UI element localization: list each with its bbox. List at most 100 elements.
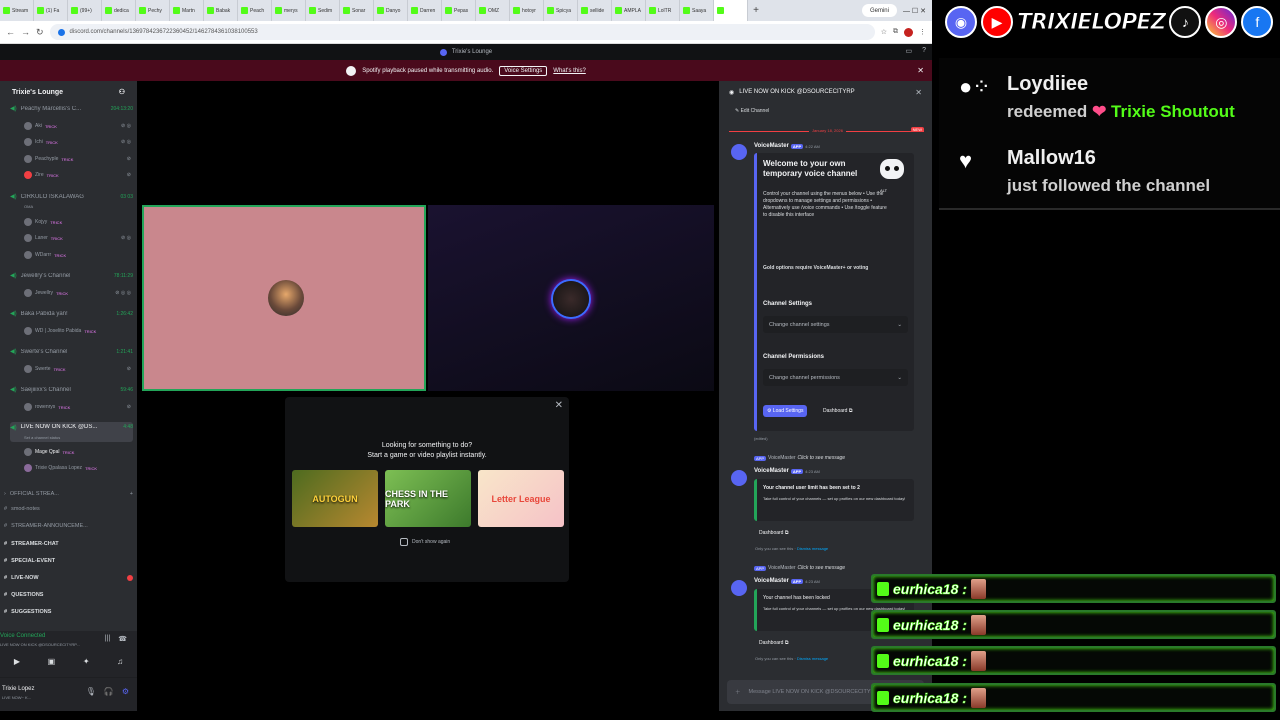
noise-suppression-icon[interactable]: |||: [105, 635, 110, 643]
gear-icon[interactable]: ⚙: [122, 687, 129, 696]
new-tab-button[interactable]: +: [748, 5, 764, 16]
back-icon[interactable]: ←: [6, 27, 15, 37]
voice-channel[interactable]: ◀) Saejiiixx's Channel 59:46: [10, 386, 133, 394]
dashboard-button[interactable]: Dashboard ⧉: [755, 637, 792, 649]
voice-member[interactable]: Peachyple TRICK ⊘: [24, 155, 131, 163]
voice-member[interactable]: Kojyy TRICK: [24, 218, 131, 226]
voice-member[interactable]: Ichi TRICK ⊘ ◎: [24, 138, 131, 146]
disconnect-icon[interactable]: ☎: [118, 635, 127, 643]
site-info-icon[interactable]: [57, 28, 65, 36]
game-card-letter-league[interactable]: Letter League: [478, 470, 564, 527]
help-icon[interactable]: ?: [922, 47, 926, 55]
voice-channel[interactable]: ◀) Peachy Marcellis's C... 204:13:20: [10, 105, 133, 113]
voice-channel[interactable]: ◀) CIRKULO ISKALAWAG 03 03: [10, 193, 133, 201]
message-author[interactable]: VoiceMaster APP 4:23 AM: [754, 578, 820, 584]
channel-questions[interactable]: # QUESTIONS: [4, 592, 133, 598]
category-official-streams[interactable]: › OFFICIAL STREA... +: [4, 491, 133, 497]
avatar[interactable]: [731, 470, 747, 486]
avatar[interactable]: [731, 580, 747, 596]
reload-icon[interactable]: ↻: [36, 27, 44, 38]
voice-settings-button[interactable]: Voice Settings: [499, 65, 548, 76]
profile-avatar[interactable]: [904, 27, 913, 37]
inbox-icon[interactable]: ▭: [905, 47, 912, 55]
browser-tab[interactable]: Pechy: [136, 0, 170, 21]
channel-live-now[interactable]: # LIVE-NOW: [4, 575, 133, 581]
browser-tab[interactable]: Pepas: [442, 0, 476, 21]
checkbox[interactable]: [400, 538, 408, 546]
extensions-icon[interactable]: ⧉: [893, 28, 898, 36]
dashboard-button[interactable]: Dashboard ⧉: [755, 527, 792, 539]
add-channel-icon[interactable]: +: [130, 491, 133, 497]
channel-permissions-select[interactable]: Change channel permissions ⌄: [763, 369, 908, 386]
voice-member[interactable]: rowenrys TRICK ⊘: [24, 403, 131, 411]
server-header[interactable]: Trixie's Lounge ⚇: [0, 81, 137, 103]
voice-member[interactable]: WDarrr TRICK: [24, 251, 131, 259]
message-author[interactable]: VoiceMaster APP 4:22 AM: [754, 143, 820, 149]
voice-member[interactable]: Laner TRICK ⊘ ◎: [24, 234, 131, 242]
browser-tab[interactable]: Sedim: [306, 0, 340, 21]
dismiss-link[interactable]: Dismiss message: [797, 656, 828, 661]
browser-tab[interactable]: merys: [272, 0, 306, 21]
browser-tab[interactable]: Saaya: [680, 0, 714, 21]
channel-special-event[interactable]: # SPECIAL-EVENT: [4, 558, 133, 564]
close-icon[interactable]: ✕: [917, 66, 924, 75]
browser-tab[interactable]: LolTR: [646, 0, 680, 21]
close-icon[interactable]: ✕: [555, 400, 563, 411]
channel-streamer-announcements[interactable]: # STREAMER-ANNOUNCEME...: [4, 523, 133, 529]
forward-icon[interactable]: →: [21, 27, 30, 37]
browser-tab[interactable]: (1) Fa: [34, 0, 68, 21]
avatar[interactable]: [731, 144, 747, 160]
dont-show-again[interactable]: Don't show again: [400, 538, 450, 546]
video-tile[interactable]: [428, 205, 714, 391]
game-card-autogun[interactable]: AUTOGUN: [292, 470, 378, 527]
window-controls[interactable]: — ☐ ✕: [897, 7, 932, 15]
browser-tab[interactable]: Danyo: [374, 0, 408, 21]
bookmark-icon[interactable]: ☆: [881, 28, 887, 36]
browser-tab[interactable]: Peach: [238, 0, 272, 21]
browser-tab[interactable]: (99+): [68, 0, 102, 21]
browser-tab[interactable]: AMPLA: [612, 0, 646, 21]
channel-status[interactable]: Set a channel status: [24, 435, 60, 440]
voice-member[interactable]: Trixie Qpalasa Lopez TRICK: [24, 464, 131, 472]
channel-suggestions[interactable]: # SUGGESTIONS: [4, 609, 133, 615]
browser-tab[interactable]: Martn: [170, 0, 204, 21]
browser-tab[interactable]: Sonar: [340, 0, 374, 21]
screen-share-icon[interactable]: ▣: [48, 657, 56, 666]
edit-channel-button[interactable]: ✎ Edit Channel: [735, 108, 769, 114]
voice-member[interactable]: Mage Qpal TRICK: [24, 448, 131, 456]
soundboard-icon[interactable]: ♫: [117, 657, 123, 666]
message-author[interactable]: VoiceMaster APP 4:23 AM: [754, 468, 820, 474]
browser-tab[interactable]: hotoyr: [510, 0, 544, 21]
activity-icon[interactable]: ✦: [83, 657, 90, 666]
dashboard-button[interactable]: Dashboard ⧉: [819, 405, 856, 417]
gemini-button[interactable]: Gemini: [861, 4, 897, 17]
headphones-icon[interactable]: 🎧: [104, 687, 114, 696]
video-tile-speaking[interactable]: [142, 205, 426, 391]
voice-channel[interactable]: ◀) Baka Pabida yan! 1:26:42: [10, 310, 133, 318]
browser-tab[interactable]: Babak: [204, 0, 238, 21]
voice-member[interactable]: Swerte TRICK ⊘: [24, 365, 131, 373]
browser-tab[interactable]: OMZ: [476, 0, 510, 21]
browser-tab[interactable]: [714, 0, 748, 21]
game-card-chess[interactable]: CHESS IN THE PARK: [385, 470, 471, 527]
channel-streamer-chat[interactable]: # STREAMER-CHAT: [4, 541, 133, 547]
reply-preview[interactable]: APP VoiceMaster Click to see message: [754, 565, 845, 571]
voice-member[interactable]: Zire TRICK ⊘: [24, 171, 131, 179]
voice-channel[interactable]: ◀) Swerte's Channel 1:21:41: [10, 348, 133, 356]
add-member-icon[interactable]: ⚇: [119, 88, 125, 96]
reply-preview[interactable]: APP VoiceMaster Click to see message: [754, 455, 845, 461]
voice-connected-label[interactable]: Voice Connected: [0, 633, 45, 639]
add-attachment-icon[interactable]: ＋: [735, 688, 741, 696]
voice-member[interactable]: Aki TRICK ⊘ ◎: [24, 122, 131, 130]
url-input[interactable]: discord.com/channels/1369784236722360452…: [49, 24, 875, 40]
user-name[interactable]: Trixie Lopez: [2, 686, 34, 692]
voice-member[interactable]: Jewellry TRICK ⊘ ◎ ◎: [24, 289, 131, 297]
browser-tab[interactable]: sellide: [578, 0, 612, 21]
camera-icon[interactable]: ▶: [14, 657, 20, 666]
whats-this-link[interactable]: What's this?: [553, 68, 586, 74]
browser-tab[interactable]: Darren: [408, 0, 442, 21]
microphone-icon[interactable]: 🎙: [86, 687, 96, 696]
channel-smod-notes[interactable]: # smod-notes: [4, 506, 133, 512]
browser-tab[interactable]: dedica: [102, 0, 136, 21]
close-icon[interactable]: ✕: [915, 88, 922, 97]
